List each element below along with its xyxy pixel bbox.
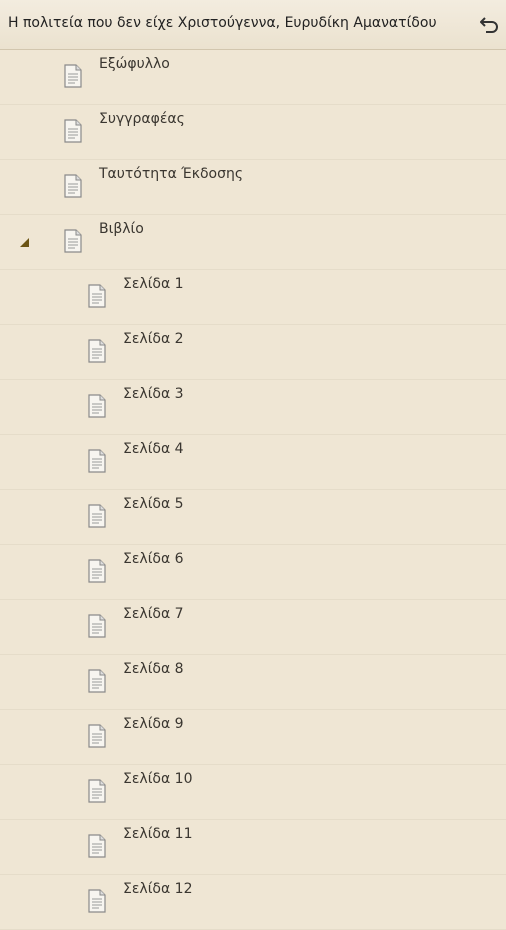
toc-item-label: Σελίδα 3 xyxy=(123,386,184,402)
document-icon xyxy=(88,889,106,913)
document-icon xyxy=(88,284,106,308)
document-icon xyxy=(64,119,82,143)
document-icon xyxy=(88,724,106,748)
document-icon xyxy=(88,449,106,473)
toc-item-label: Σελίδα 11 xyxy=(123,826,193,842)
toc-item-label: Βιβλίο xyxy=(99,221,144,237)
toc-item-page[interactable]: Σελίδα 5 xyxy=(0,490,506,545)
toc-item-label: Σελίδα 8 xyxy=(123,661,184,677)
document-icon xyxy=(88,779,106,803)
document-icon xyxy=(88,559,106,583)
book-title: Η πολιτεία που δεν είχε Χριστούγεννα, Ευ… xyxy=(8,15,437,31)
document-icon xyxy=(64,174,82,198)
document-icon xyxy=(64,64,82,88)
toc-item-label: Σελίδα 10 xyxy=(123,771,193,787)
toc-item-edition-info[interactable]: Ταυτότητα Έκδοσης xyxy=(0,160,506,215)
document-icon xyxy=(64,229,82,253)
toc-item-page[interactable]: Σελίδα 7 xyxy=(0,600,506,655)
toc-item-page[interactable]: Σελίδα 9 xyxy=(0,710,506,765)
toc-item-label: Ταυτότητα Έκδοσης xyxy=(99,166,244,182)
document-icon xyxy=(88,834,106,858)
toc-item-label: Σελίδα 6 xyxy=(123,551,184,567)
toc-item-label: Σελίδα 7 xyxy=(123,606,184,622)
toc-item-page[interactable]: Σελίδα 8 xyxy=(0,655,506,710)
toc-item-book[interactable]: Βιβλίο xyxy=(0,215,506,270)
document-icon xyxy=(88,504,106,528)
toc-item-label: Σελίδα 2 xyxy=(123,331,184,347)
expanded-triangle-icon[interactable] xyxy=(18,236,30,248)
title-bar: Η πολιτεία που δεν είχε Χριστούγεννα, Ευ… xyxy=(0,0,506,50)
toc-item-page[interactable]: Σελίδα 2 xyxy=(0,325,506,380)
toc-item-page[interactable]: Σελίδα 1 xyxy=(0,270,506,325)
document-icon xyxy=(88,614,106,638)
toc-item-page[interactable]: Σελίδα 3 xyxy=(0,380,506,435)
toc-item-page[interactable]: Σελίδα 4 xyxy=(0,435,506,490)
back-arrow-icon[interactable] xyxy=(480,13,500,35)
toc-item-page[interactable]: Σελίδα 6 xyxy=(0,545,506,600)
toc-item-author[interactable]: Συγγραφέας xyxy=(0,105,506,160)
toc-item-label: Συγγραφέας xyxy=(99,111,185,127)
document-icon xyxy=(88,339,106,363)
toc-item-page[interactable]: Σελίδα 10 xyxy=(0,765,506,820)
toc-item-page[interactable]: Σελίδα 12 xyxy=(0,875,506,930)
document-icon xyxy=(88,669,106,693)
toc-item-label: Σελίδα 4 xyxy=(123,441,184,457)
toc-item-label: Σελίδα 1 xyxy=(123,276,184,292)
document-icon xyxy=(88,394,106,418)
toc-item-cover[interactable]: Εξώφυλλο xyxy=(0,50,506,105)
table-of-contents: Εξώφυλλο Συγγραφέας Ταυτότητα Έκδοσης Βι… xyxy=(0,50,506,930)
toc-item-label: Σελίδα 12 xyxy=(123,881,193,897)
toc-item-label: Σελίδα 5 xyxy=(123,496,184,512)
toc-item-label: Σελίδα 9 xyxy=(123,716,184,732)
toc-item-page[interactable]: Σελίδα 11 xyxy=(0,820,506,875)
toc-item-label: Εξώφυλλο xyxy=(99,56,170,72)
